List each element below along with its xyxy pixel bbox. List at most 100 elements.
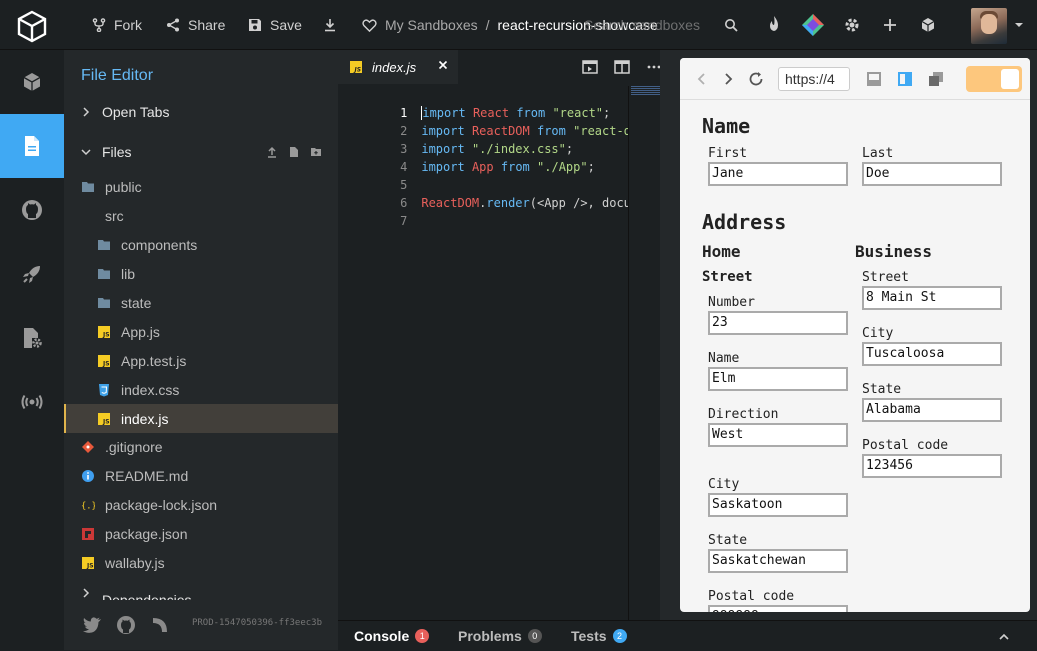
tree-item-src[interactable]: src (64, 201, 338, 230)
tests-label: Tests (571, 628, 607, 644)
folder-icon (81, 180, 95, 194)
activity-github[interactable] (0, 178, 64, 242)
close-icon[interactable] (438, 60, 448, 70)
split-view-icon[interactable] (614, 60, 630, 74)
files-label: Files (102, 144, 132, 160)
svg-text:{.}: {.} (81, 501, 95, 511)
home-postal-field[interactable]: 999999 (708, 605, 848, 612)
breadcrumb-separator: / (485, 17, 490, 33)
first-name-field[interactable]: Jane (708, 162, 848, 186)
tree-item-components[interactable]: components (64, 230, 338, 259)
tree-item-label: App.test.js (121, 352, 187, 369)
preview-toggle[interactable] (966, 66, 1022, 92)
codesandbox-logo-icon[interactable] (14, 8, 50, 44)
chevron-down-icon[interactable] (1014, 20, 1024, 30)
plus-icon[interactable] (879, 14, 901, 36)
minimap[interactable] (628, 86, 661, 620)
svg-text:JS: JS (102, 418, 110, 425)
home-number-field[interactable]: 23 (708, 311, 848, 335)
tree-item-index-css[interactable]: index.css (64, 375, 338, 404)
tree-item-gitignore[interactable]: .gitignore (64, 432, 338, 461)
open-tabs-label: Open Tabs (102, 104, 170, 120)
tree-item-index-js[interactable]: JS index.js (64, 404, 338, 433)
home-name-field[interactable]: Elm (708, 367, 848, 391)
activity-sandbox-info[interactable] (0, 50, 64, 114)
flame-icon[interactable] (763, 14, 785, 36)
rocket-icon (23, 266, 40, 283)
console-panel-icon[interactable] (866, 71, 882, 87)
activity-file-editor[interactable] (0, 114, 64, 178)
github-icon (22, 200, 42, 220)
forward-arrow-icon[interactable] (720, 71, 736, 87)
folder-icon (97, 267, 111, 281)
tree-item-package-lock[interactable]: {.} package-lock.json (64, 490, 338, 519)
last-name-field[interactable]: Doe (862, 162, 1002, 186)
upload-icon[interactable] (266, 146, 278, 158)
github-icon[interactable] (116, 615, 136, 635)
split-panel-icon[interactable] (897, 71, 913, 87)
business-state-field[interactable]: Alabama (862, 398, 1002, 422)
breadcrumb-folder[interactable]: My Sandboxes (385, 17, 478, 33)
save-icon (249, 19, 261, 31)
fork-label: Fork (114, 17, 142, 33)
new-folder-icon[interactable] (310, 146, 322, 158)
tree-item-app-js[interactable]: JS App.js (64, 317, 338, 346)
twitter-icon[interactable] (82, 615, 102, 635)
chevron-up-icon[interactable] (998, 631, 1010, 643)
preview-window-icon[interactable] (582, 60, 598, 74)
tree-item-label: package-lock.json (105, 496, 218, 513)
save-label: Save (270, 17, 302, 33)
refresh-icon[interactable] (747, 70, 765, 88)
patron-badge-icon[interactable] (801, 13, 825, 37)
js-file-icon: JS (97, 325, 111, 339)
tab-tests[interactable]: Tests 2 (571, 621, 627, 651)
preview-content: Name First Jane Last Doe Address Home Bu… (680, 100, 1030, 612)
business-city-field[interactable]: Tuscaloosa (862, 342, 1002, 366)
tests-count-badge: 2 (612, 629, 627, 643)
tree-item-package-json[interactable]: package.json (64, 519, 338, 548)
file-icon (25, 136, 39, 156)
tree-item-state[interactable]: state (64, 288, 338, 317)
home-city-field[interactable]: Saskatoon (708, 493, 848, 517)
chevron-right-icon (83, 107, 90, 117)
download-button[interactable] (323, 0, 337, 50)
code-area[interactable]: 1 import React from "react"; 2 import Reac… (338, 86, 628, 620)
cube-icon[interactable] (917, 14, 939, 36)
tree-item-wallaby-js[interactable]: JS wallaby.js (64, 548, 338, 577)
tab-console[interactable]: Console 1 (354, 621, 430, 651)
activity-deployment[interactable] (0, 242, 64, 306)
tree-item-readme[interactable]: README.md (64, 461, 338, 490)
home-state-field[interactable]: Saskatchewan (708, 549, 848, 573)
url-input[interactable]: https://4 (778, 67, 850, 91)
code-line: 6ReactDOM.render(<App />, document (338, 176, 628, 210)
tab-problems[interactable]: Problems 0 (458, 621, 542, 651)
activity-server-control[interactable] (0, 306, 64, 370)
home-state-label: State (708, 533, 748, 548)
share-button[interactable]: Share (166, 0, 225, 50)
avatar[interactable] (971, 8, 1007, 44)
code-editor: JS index.js 1 import React from "react"; … (338, 50, 661, 620)
tree-item-lib[interactable]: lib (64, 259, 338, 288)
open-tabs-section[interactable]: Open Tabs (64, 98, 338, 126)
tree-item-app-test-js[interactable]: JS App.test.js (64, 346, 338, 375)
files-section[interactable]: Files (64, 138, 338, 166)
business-street-field[interactable]: 8 Main St (862, 286, 1002, 310)
new-file-icon[interactable] (288, 146, 300, 158)
editor-tab-bar: JS index.js (338, 50, 661, 84)
search-input[interactable]: Search sandboxes (576, 12, 746, 38)
fork-button[interactable]: Fork (92, 0, 142, 50)
new-window-icon[interactable] (928, 71, 944, 87)
spectrum-icon[interactable] (150, 615, 170, 635)
heart-icon[interactable] (362, 18, 377, 33)
business-city-label: City (862, 326, 894, 341)
activity-live[interactable] (0, 370, 64, 434)
gear-icon[interactable] (841, 14, 863, 36)
business-postal-field[interactable]: 123456 (862, 454, 1002, 478)
home-direction-field[interactable]: West (708, 423, 848, 447)
code-line: 3 import "./index.css"; (338, 122, 628, 156)
address-heading: Address (702, 210, 787, 234)
tab-index-js[interactable]: JS index.js (338, 50, 458, 84)
save-button[interactable]: Save (248, 0, 302, 50)
back-arrow-icon[interactable] (694, 71, 710, 87)
tree-item-public[interactable]: public (64, 172, 338, 201)
